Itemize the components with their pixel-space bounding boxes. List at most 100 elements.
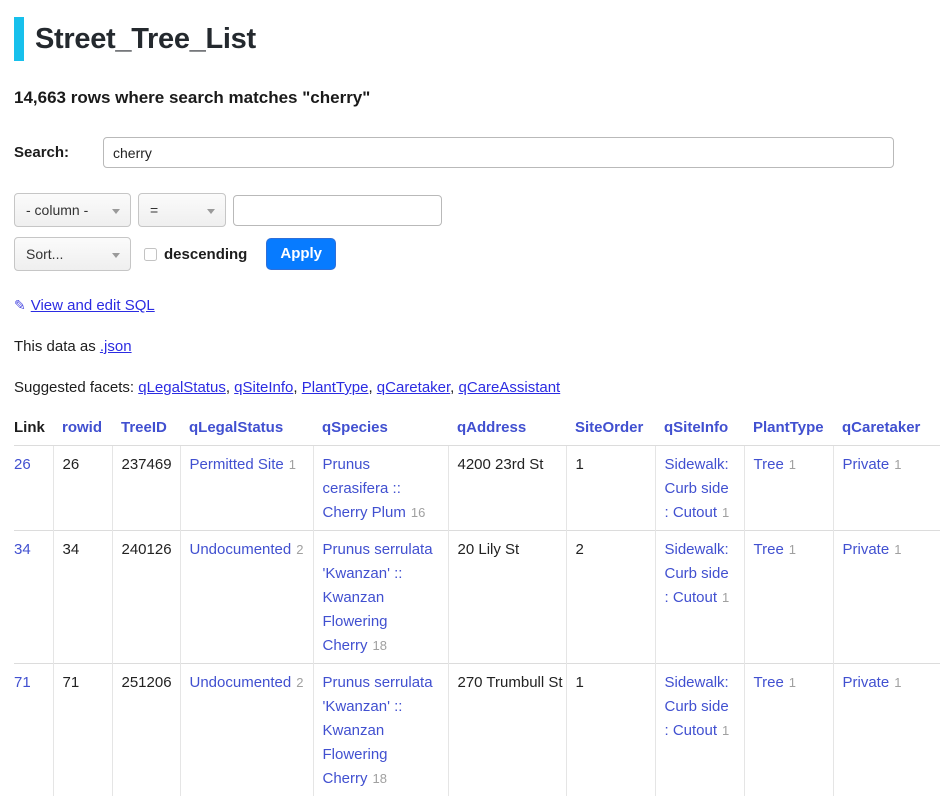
facet-link-planttype[interactable]: PlantType (302, 379, 369, 396)
column-header-qspecies-link[interactable]: qSpecies (322, 419, 388, 436)
facet-count: 18 (373, 771, 387, 786)
facet-count: 1 (289, 457, 296, 472)
column-header-link: Link (14, 419, 53, 446)
address-cell: 270 Trumbull St (448, 664, 566, 796)
search-input[interactable] (103, 137, 894, 168)
facet-count: 1 (722, 505, 729, 520)
sort-select[interactable]: Sort... (14, 237, 131, 271)
operator-select[interactable]: = (138, 193, 226, 227)
facet-separator: , (293, 379, 301, 396)
facet-count: 1 (894, 542, 901, 557)
table-row: 71 71 251206 Undocumented2 Prunus serrul… (14, 664, 940, 796)
facet-count: 18 (373, 638, 387, 653)
search-label: Search: (14, 144, 103, 161)
suggested-facets: Suggested facets: qLegalStatus, qSiteInf… (14, 379, 940, 396)
column-header-qcaretaker: qCaretaker (833, 419, 940, 446)
column-header-qspecies: qSpecies (313, 419, 448, 446)
table-row: 26 26 237469 Permitted Site1 Prunus cera… (14, 446, 940, 531)
facet-link-qcaretaker[interactable]: qCaretaker (377, 379, 450, 396)
filter-row: - column - = (14, 193, 940, 227)
facet-count: 16 (411, 505, 425, 520)
site-info-link[interactable]: Sidewalk: Curb side : Cutout (665, 456, 729, 521)
column-header-qsiteinfo: qSiteInfo (655, 419, 744, 446)
facet-link-qsiteinfo[interactable]: qSiteInfo (234, 379, 293, 396)
chevron-down-icon (207, 209, 215, 214)
operator-select-value: = (150, 202, 158, 218)
column-header-planttype-link[interactable]: PlantType (753, 419, 824, 436)
column-select[interactable]: - column - (14, 193, 131, 227)
site-info-link[interactable]: Sidewalk: Curb side : Cutout (665, 541, 729, 606)
site-order-cell: 2 (566, 531, 655, 664)
column-header-treeid-link[interactable]: TreeID (121, 419, 167, 436)
sql-line: ✎ View and edit SQL (14, 297, 940, 314)
row-link[interactable]: 26 (14, 456, 31, 473)
results-table: Link rowid TreeID qLegalStatus qSpecies … (14, 419, 940, 796)
species-link[interactable]: Prunus cerasifera :: Cherry Plum (323, 456, 406, 521)
descending-checkbox[interactable] (144, 248, 157, 261)
site-info-link[interactable]: Sidewalk: Curb side : Cutout (665, 674, 729, 739)
table-header-row: Link rowid TreeID qLegalStatus qSpecies … (14, 419, 940, 446)
chevron-down-icon (112, 209, 120, 214)
caretaker-link[interactable]: Private (843, 456, 890, 473)
column-header-qlegalstatus: qLegalStatus (180, 419, 313, 446)
view-edit-sql-link[interactable]: View and edit SQL (31, 297, 155, 314)
rowid-cell: 26 (53, 446, 112, 531)
facet-count: 1 (722, 590, 729, 605)
data-as-prefix: This data as (14, 338, 100, 355)
site-order-cell: 1 (566, 446, 655, 531)
facet-count: 2 (296, 675, 303, 690)
accent-bar (14, 17, 24, 61)
facet-count: 1 (789, 542, 796, 557)
row-link[interactable]: 34 (14, 541, 31, 558)
facet-separator: , (368, 379, 376, 396)
legal-status-link[interactable]: Undocumented (190, 674, 292, 691)
column-header-rowid-link[interactable]: rowid (62, 419, 102, 436)
column-header-qaddress-link[interactable]: qAddress (457, 419, 526, 436)
site-order-cell: 1 (566, 664, 655, 796)
rowid-cell: 34 (53, 531, 112, 664)
legal-status-link[interactable]: Undocumented (190, 541, 292, 558)
plant-type-link[interactable]: Tree (754, 541, 784, 558)
rowid-cell: 71 (53, 664, 112, 796)
row-count-summary: 14,663 rows where search matches "cherry… (14, 88, 940, 108)
column-header-siteorder-link[interactable]: SiteOrder (575, 419, 643, 436)
facet-separator: , (450, 379, 458, 396)
column-header-planttype: PlantType (744, 419, 833, 446)
page-title: Street_Tree_List (35, 23, 256, 56)
apply-button[interactable]: Apply (266, 238, 336, 270)
sort-row: Sort... descending Apply (14, 237, 940, 271)
sort-select-value: Sort... (26, 246, 63, 262)
caretaker-link[interactable]: Private (843, 541, 890, 558)
facet-count: 2 (296, 542, 303, 557)
column-header-qlegalstatus-link[interactable]: qLegalStatus (189, 419, 283, 436)
json-link[interactable]: .json (100, 338, 132, 355)
treeid-cell: 251206 (112, 664, 180, 796)
row-link[interactable]: 71 (14, 674, 31, 691)
facet-count: 1 (894, 457, 901, 472)
plant-type-link[interactable]: Tree (754, 456, 784, 473)
caretaker-link[interactable]: Private (843, 674, 890, 691)
pencil-icon: ✎ (14, 297, 26, 313)
facet-count: 1 (789, 457, 796, 472)
facet-link-qlegalstatus[interactable]: qLegalStatus (138, 379, 226, 396)
column-header-treeid: TreeID (112, 419, 180, 446)
facet-count: 1 (789, 675, 796, 690)
plant-type-link[interactable]: Tree (754, 674, 784, 691)
column-header-qsiteinfo-link[interactable]: qSiteInfo (664, 419, 728, 436)
facets-prefix: Suggested facets: (14, 379, 138, 396)
column-header-qcaretaker-link[interactable]: qCaretaker (842, 419, 920, 436)
facet-separator: , (226, 379, 234, 396)
search-form: Search: (14, 137, 940, 168)
data-as-line: This data as .json (14, 338, 940, 355)
page: Street_Tree_List 14,663 rows where searc… (0, 0, 940, 796)
legal-status-link[interactable]: Permitted Site (190, 456, 284, 473)
address-cell: 20 Lily St (448, 531, 566, 664)
column-header-rowid: rowid (53, 419, 112, 446)
facet-link-qcareassistant[interactable]: qCareAssistant (459, 379, 561, 396)
table-row: 34 34 240126 Undocumented2 Prunus serrul… (14, 531, 940, 664)
column-header-siteorder: SiteOrder (566, 419, 655, 446)
facet-count: 1 (894, 675, 901, 690)
filter-value-input[interactable] (233, 195, 442, 226)
column-header-qaddress: qAddress (448, 419, 566, 446)
chevron-down-icon (112, 253, 120, 258)
